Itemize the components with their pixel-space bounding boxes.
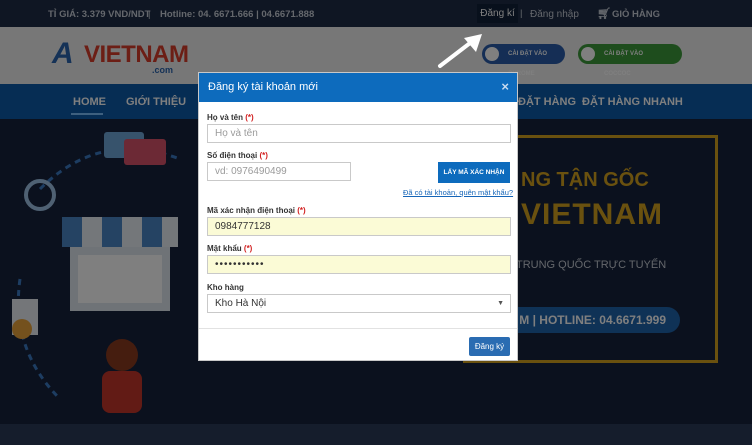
pointer-arrow-icon	[438, 34, 482, 68]
phone-label-text: Số điện thoại	[207, 151, 258, 160]
modal-title: Đăng ký tài khoản mới	[208, 81, 318, 93]
modal-divider	[199, 328, 517, 329]
get-code-button[interactable]: LẤY MÃ XÁC NHẬN	[438, 162, 510, 183]
close-icon[interactable]: ×	[501, 79, 509, 94]
required-mark: (*)	[243, 244, 253, 253]
fullname-label: Họ và tên (*)	[207, 113, 254, 122]
verify-code-input[interactable]: 0984777128	[207, 217, 511, 236]
fullname-input[interactable]: Họ và tên	[207, 124, 511, 143]
modal-header: Đăng ký tài khoản mới ×	[199, 73, 517, 102]
password-label-text: Mật khẩu	[207, 244, 242, 253]
warehouse-selected: Kho Hà Nội	[215, 298, 267, 309]
phone-input[interactable]: vd: 0976490499	[207, 162, 351, 181]
register-submit-button[interactable]: Đăng ký	[469, 337, 510, 356]
password-label: Mật khẩu (*)	[207, 244, 252, 253]
warehouse-label: Kho hàng	[207, 283, 244, 292]
phone-label: Số điện thoại (*)	[207, 151, 268, 160]
required-mark: (*)	[297, 206, 306, 215]
forgot-password-link[interactable]: Đã có tài khoản, quên mật khẩu?	[403, 188, 513, 197]
required-mark: (*)	[245, 113, 254, 122]
fullname-label-text: Họ và tên	[207, 113, 244, 122]
register-modal: Đăng ký tài khoản mới × Họ và tên (*) Họ…	[198, 72, 518, 361]
warehouse-select[interactable]: Kho Hà Nội ▼	[207, 294, 511, 313]
password-input[interactable]: •••••••••••	[207, 255, 511, 274]
required-mark: (*)	[259, 151, 268, 160]
dropdown-arrow-icon: ▼	[497, 300, 504, 307]
verify-code-label-text: Mã xác nhận điện thoại	[207, 206, 296, 215]
verify-code-label: Mã xác nhận điện thoại (*)	[207, 206, 306, 215]
